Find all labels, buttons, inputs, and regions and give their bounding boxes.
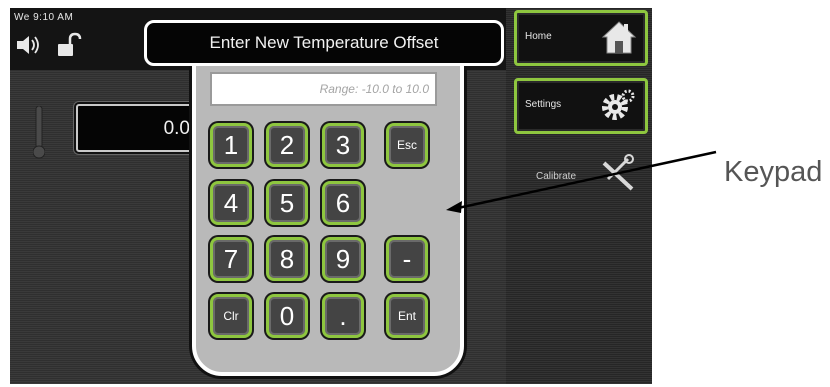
clock-text: We 9:10 AM <box>14 12 74 23</box>
settings-label: Settings <box>525 99 562 110</box>
calibrate-label: Calibrate <box>536 171 577 182</box>
key-9[interactable]: 9 <box>322 237 364 281</box>
offset-input[interactable]: Range: -10.0 to 10.0 <box>210 72 437 106</box>
range-hint: Range: -10.0 to 10.0 <box>319 82 429 96</box>
key-4[interactable]: 4 <box>210 181 252 225</box>
house-icon <box>601 21 637 54</box>
decimal-key[interactable]: . <box>322 294 364 338</box>
escape-key[interactable]: Esc <box>386 123 428 167</box>
home-label: Home <box>525 31 552 42</box>
key-1[interactable]: 1 <box>210 123 252 167</box>
key-7[interactable]: 7 <box>210 237 252 281</box>
gear-icon <box>602 89 635 120</box>
callout-label: Keypad <box>724 156 823 188</box>
clear-key[interactable]: Clr <box>210 294 252 338</box>
thermometer-icon <box>33 106 45 159</box>
nav-sidebar: Home Settings Calibrate <box>506 8 652 384</box>
settings-button[interactable]: Settings <box>514 78 648 134</box>
speaker-icon[interactable] <box>16 34 42 56</box>
key-5[interactable]: 5 <box>266 181 308 225</box>
enter-key[interactable]: Ent <box>386 294 428 338</box>
unlocked-padlock-icon[interactable] <box>56 32 82 58</box>
temperature-value-field[interactable]: 0.0 <box>76 104 198 152</box>
key-8[interactable]: 8 <box>266 237 308 281</box>
key-2[interactable]: 2 <box>266 123 308 167</box>
home-button[interactable]: Home <box>514 10 648 66</box>
key-3[interactable]: 3 <box>322 123 364 167</box>
key-0[interactable]: 0 <box>266 294 308 338</box>
dialog-title: Enter New Temperature Offset <box>144 20 504 66</box>
calibrate-button[interactable]: Calibrate <box>526 153 646 197</box>
tools-icon <box>602 154 634 191</box>
key-6[interactable]: 6 <box>322 181 364 225</box>
temperature-value: 0.0 <box>163 118 190 139</box>
minus-key[interactable]: - <box>386 237 428 281</box>
